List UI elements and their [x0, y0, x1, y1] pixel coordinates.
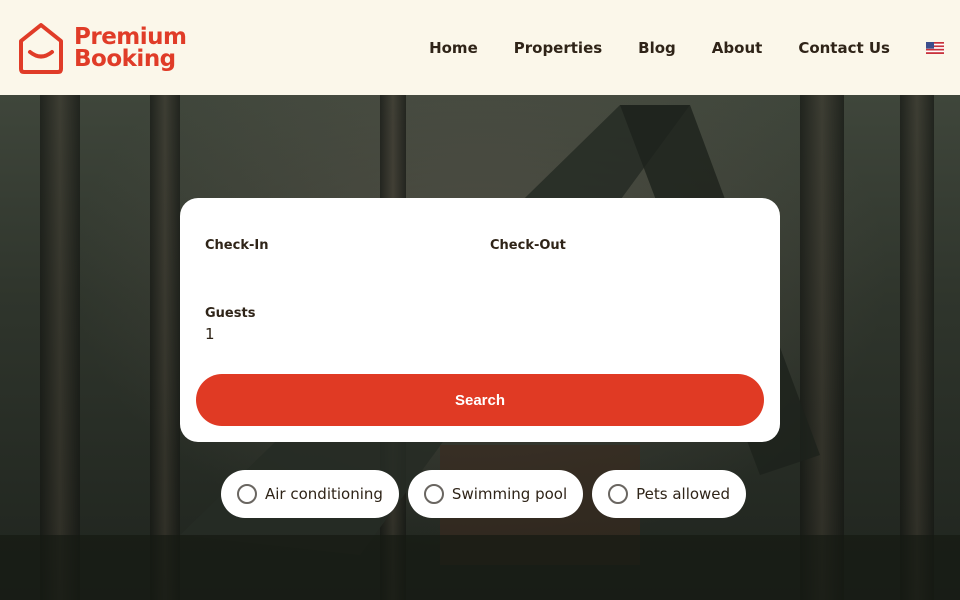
site-header: Premium Booking Home Properties Blog Abo…: [0, 0, 960, 95]
brand-logo[interactable]: Premium Booking: [16, 21, 187, 75]
house-smile-icon: [19, 22, 63, 74]
brand-name-line2: Booking: [74, 45, 176, 72]
nav-contact-us[interactable]: Contact Us: [798, 39, 890, 57]
filter-label: Pets allowed: [636, 485, 731, 503]
guests-input[interactable]: 1: [205, 325, 215, 343]
brand-name-line1: Premium: [74, 23, 187, 50]
radio-icon[interactable]: [423, 484, 444, 504]
filter-label: Swimming pool: [451, 485, 568, 503]
brand-name: Premium Booking: [74, 23, 187, 72]
checkin-input[interactable]: [205, 258, 465, 282]
filter-air-conditioning[interactable]: Air conditioning: [221, 470, 399, 518]
radio-icon[interactable]: [237, 484, 257, 504]
radio-icon[interactable]: [608, 484, 629, 504]
search-form: Check-In Check-Out Guests 1 Search: [180, 198, 780, 442]
main-nav: Home Properties Blog About Contact Us: [429, 39, 944, 57]
checkout-input[interactable]: [490, 258, 750, 282]
filter-pets-allowed[interactable]: Pets allowed: [592, 470, 747, 518]
amenity-filters: Air conditioning Swimming pool Pets allo…: [221, 470, 747, 518]
checkin-label: Check-In: [205, 238, 269, 253]
guests-label: Guests: [205, 306, 256, 321]
filter-label: Air conditioning: [265, 485, 383, 503]
nav-blog[interactable]: Blog: [638, 39, 676, 57]
us-flag-icon[interactable]: [926, 41, 944, 54]
nav-properties[interactable]: Properties: [514, 39, 602, 57]
nav-home[interactable]: Home: [429, 39, 478, 57]
nav-about[interactable]: About: [712, 39, 763, 57]
filter-swimming-pool[interactable]: Swimming pool: [407, 470, 584, 518]
checkout-label: Check-Out: [490, 238, 566, 253]
search-button[interactable]: Search: [196, 374, 764, 426]
